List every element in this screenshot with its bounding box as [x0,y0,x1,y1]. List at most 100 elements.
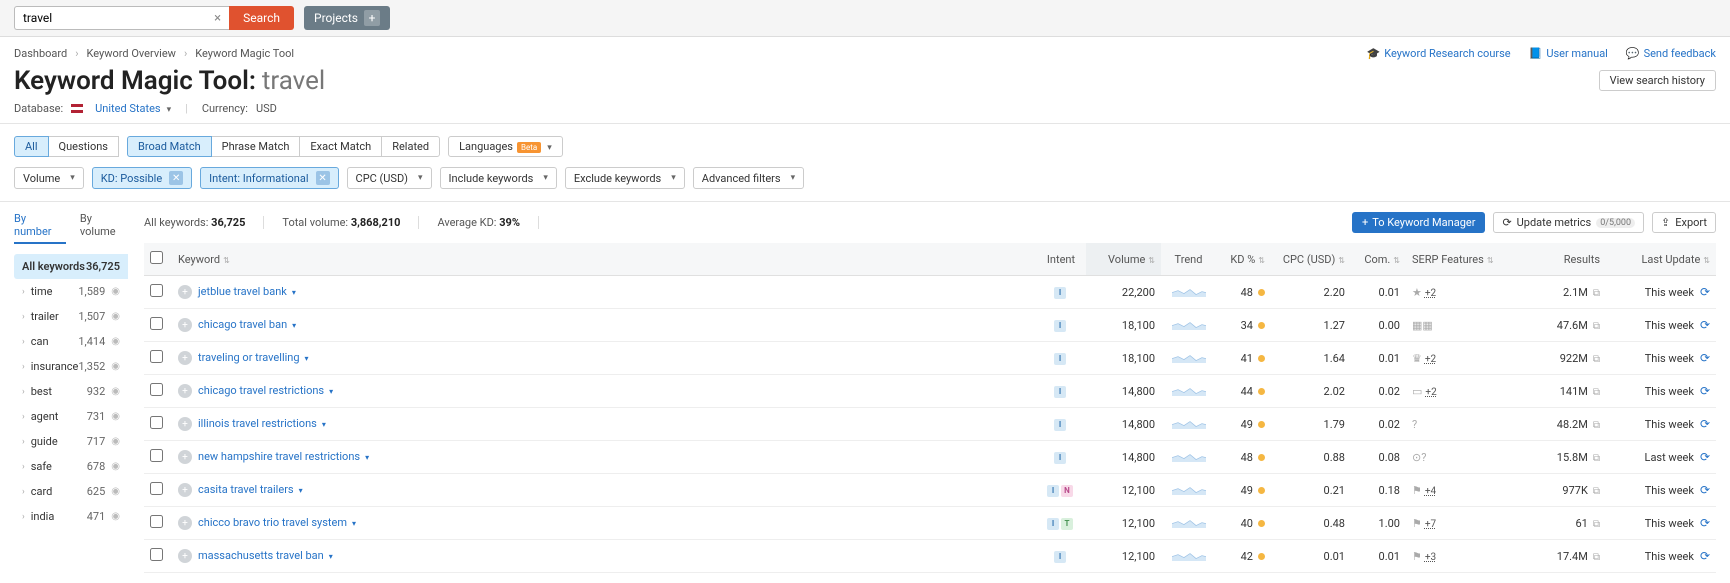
add-icon[interactable]: + [178,417,192,431]
row-checkbox[interactable] [150,416,163,429]
add-icon[interactable]: + [178,516,192,530]
crumb-dashboard[interactable]: Dashboard [14,47,67,60]
sidebar-item-trailer[interactable]: ›trailer1,507◉ [14,304,128,329]
chevron-down-icon[interactable]: ▾ [299,486,303,495]
refresh-icon[interactable]: ⟳ [1700,483,1710,497]
external-link-icon[interactable]: ⧉ [1593,519,1600,530]
clear-search-icon[interactable]: × [214,11,229,26]
external-link-icon[interactable]: ⧉ [1593,387,1600,398]
chevron-down-icon[interactable]: ▾ [292,288,296,297]
add-icon[interactable]: + [178,351,192,365]
keyword-link[interactable]: traveling or travelling [198,351,300,364]
external-link-icon[interactable]: ⧉ [1593,453,1600,464]
refresh-icon[interactable]: ⟳ [1700,516,1710,530]
refresh-icon[interactable]: ⟳ [1700,318,1710,332]
external-link-icon[interactable]: ⧉ [1593,552,1600,563]
row-checkbox[interactable] [150,284,163,297]
serp-more[interactable]: +3 [1425,552,1436,563]
tab-broad[interactable]: Broad Match [127,136,212,157]
chevron-down-icon[interactable]: ▾ [292,321,296,330]
keyword-link[interactable]: illinois travel restrictions [198,417,317,430]
eye-icon[interactable]: ◉ [111,411,120,422]
tab-questions[interactable]: Questions [48,136,119,157]
external-link-icon[interactable]: ⧉ [1593,321,1600,332]
add-icon[interactable]: + [178,384,192,398]
sidebar-item-card[interactable]: ›card625◉ [14,479,128,504]
add-icon[interactable]: + [178,483,192,497]
tab-phrase[interactable]: Phrase Match [211,136,301,157]
pill-intent[interactable]: Intent: Informational✕ [200,167,338,189]
row-checkbox[interactable] [150,548,163,561]
keyword-link[interactable]: chicago travel ban [198,318,287,331]
chevron-down-icon[interactable]: ▾ [329,387,333,396]
keyword-link[interactable]: chicago travel restrictions [198,384,324,397]
view-history-button[interactable]: View search history [1599,70,1716,91]
refresh-icon[interactable]: ⟳ [1700,450,1710,464]
eye-icon[interactable]: ◉ [111,486,120,497]
external-link-icon[interactable]: ⧉ [1593,420,1600,431]
external-link-icon[interactable]: ⧉ [1593,486,1600,497]
pill-advanced[interactable]: Advanced filters▾ [693,167,804,189]
chevron-down-icon[interactable]: ▾ [322,420,326,429]
close-icon[interactable]: ✕ [316,171,330,185]
add-icon[interactable]: + [178,318,192,332]
tab-all[interactable]: All [14,136,49,157]
eye-icon[interactable]: ◉ [111,436,120,447]
col-com[interactable]: Com.⇅ [1351,243,1406,276]
serp-more[interactable]: +2 [1425,354,1436,365]
serp-more[interactable]: +2 [1425,288,1436,299]
pill-cpc[interactable]: CPC (USD)▾ [347,167,432,189]
close-icon[interactable]: ✕ [169,171,183,185]
row-checkbox[interactable] [150,482,163,495]
chevron-down-icon[interactable]: ▾ [365,453,369,462]
col-keyword[interactable]: Keyword⇅ [172,243,1036,276]
keyword-link[interactable]: massachusetts travel ban [198,549,324,562]
serp-more[interactable]: +4 [1425,486,1436,497]
search-button[interactable]: Search [229,6,294,30]
add-icon[interactable]: + [178,549,192,563]
eye-icon[interactable]: ◉ [111,336,120,347]
tab-related[interactable]: Related [381,136,440,157]
col-cpc[interactable]: CPC (USD)⇅ [1271,243,1351,276]
chevron-down-icon[interactable]: ▾ [352,519,356,528]
serp-more[interactable]: +2 [1425,387,1436,398]
sidebar-item-insurance[interactable]: ›insurance1,352◉ [14,354,128,379]
row-checkbox[interactable] [150,350,163,363]
sidebar-item-time[interactable]: ›time1,589◉ [14,279,128,304]
sidebar-item-guide[interactable]: ›guide717◉ [14,429,128,454]
refresh-icon[interactable]: ⟳ [1700,417,1710,431]
keyword-link[interactable]: casita travel trailers [198,483,294,496]
eye-icon[interactable]: ◉ [111,361,120,372]
eye-icon[interactable]: ◉ [111,311,120,322]
row-checkbox[interactable] [150,317,163,330]
crumb-overview[interactable]: Keyword Overview [87,47,176,60]
col-updated[interactable]: Last Update⇅ [1606,243,1716,276]
col-kd[interactable]: KD %⇅ [1216,243,1271,276]
sidebar-item-safe[interactable]: ›safe678◉ [14,454,128,479]
external-link-icon[interactable]: ⧉ [1593,288,1600,299]
tab-exact[interactable]: Exact Match [299,136,382,157]
keyword-link[interactable]: chicco bravo trio travel system [198,516,347,529]
row-checkbox[interactable] [150,383,163,396]
keyword-link[interactable]: jetblue travel bank [198,285,287,298]
external-link-icon[interactable]: ⧉ [1593,354,1600,365]
add-icon[interactable]: + [178,450,192,464]
eye-icon[interactable]: ◉ [111,286,120,297]
link-feedback[interactable]: 💬Send feedback [1626,47,1716,60]
refresh-icon[interactable]: ⟳ [1700,285,1710,299]
sidebar-item-best[interactable]: ›best932◉ [14,379,128,404]
serp-more[interactable]: +7 [1425,519,1436,530]
chevron-down-icon[interactable]: ▾ [305,354,309,363]
keyword-link[interactable]: new hampshire travel restrictions [198,450,360,463]
col-results[interactable]: Results [1526,243,1606,276]
projects-button[interactable]: Projects + [304,6,390,30]
sidebar-item-agent[interactable]: ›agent731◉ [14,404,128,429]
col-serp[interactable]: SERP Features⇅ [1406,243,1526,276]
link-course[interactable]: 🎓Keyword Research course [1366,47,1510,60]
export-button[interactable]: ⇪Export [1652,212,1716,233]
eye-icon[interactable]: ◉ [111,461,120,472]
eye-icon[interactable]: ◉ [111,386,120,397]
sidebar-item-india[interactable]: ›india471◉ [14,504,128,529]
sidebar-item-can[interactable]: ›can1,414◉ [14,329,128,354]
update-metrics-button[interactable]: ⟳Update metrics0/5,000 [1493,212,1644,233]
